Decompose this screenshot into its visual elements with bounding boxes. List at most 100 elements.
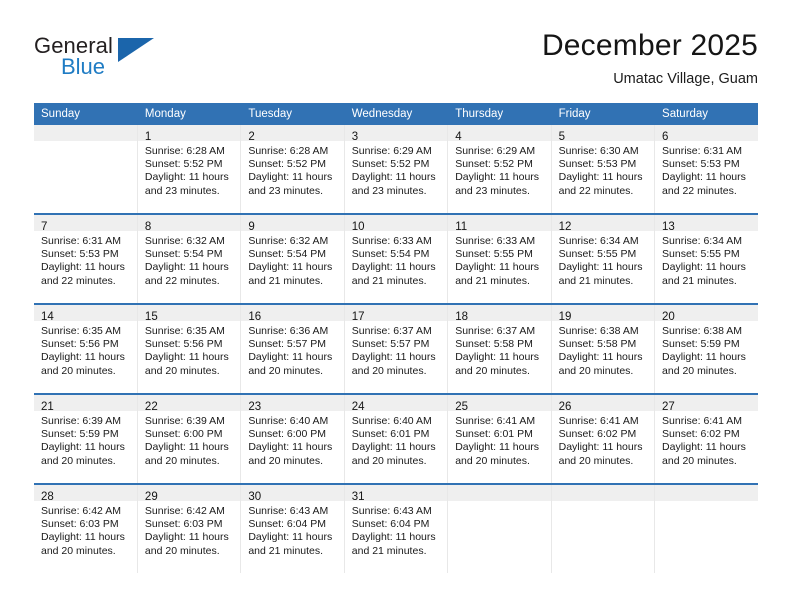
- day-number-band: 13: [655, 215, 758, 233]
- calendar-day-cell[interactable]: 16 Sunrise: 6:36 AM Sunset: 5:57 PM Dayligh…: [240, 304, 345, 395]
- day-detail-line: Daylight: 11 hours: [351, 531, 436, 544]
- calendar-day-cell[interactable]: 2 Sunrise: 6:28 AM Sunset: 5:52 PM Daylight…: [240, 125, 345, 215]
- calendar-day-cell[interactable]: 30 Sunrise: 6:43 AM Sunset: 6:04 PM Dayligh…: [240, 484, 345, 573]
- day-detail-line: Daylight: 11 hours: [248, 351, 333, 364]
- day-detail-text: Sunrise: 6:38 AM Sunset: 5:58 PM Daylight:…: [552, 321, 654, 382]
- day-detail-text: Sunrise: 6:43 AM Sunset: 6:04 PM Daylight:…: [241, 501, 343, 562]
- weekday-header-monday: Monday: [137, 103, 242, 125]
- calendar-day-cell-empty: [34, 125, 138, 215]
- day-detail-line: and 20 minutes.: [455, 454, 530, 467]
- day-detail-line: Sunrise: 6:40 AM: [248, 415, 329, 427]
- calendar-day-cell[interactable]: 12 Sunrise: 6:34 AM Sunset: 5:55 PM Dayligh…: [551, 214, 656, 305]
- day-detail-line: and 23 minutes.: [144, 184, 220, 197]
- calendar-day-cell[interactable]: 20 Sunrise: 6:38 AM Sunset: 5:59 PM Dayligh…: [654, 304, 758, 395]
- calendar-day-cell[interactable]: 23 Sunrise: 6:40 AM Sunset: 6:00 PM Dayligh…: [240, 394, 345, 485]
- day-detail-line: Sunset: 6:00 PM: [144, 428, 223, 441]
- calendar-day-cell[interactable]: 13 Sunrise: 6:34 AM Sunset: 5:55 PM Dayligh…: [654, 214, 758, 305]
- calendar-day-cell[interactable]: 7 Sunrise: 6:31 AM Sunset: 5:53 PM Daylight…: [34, 214, 138, 305]
- calendar-day-cell[interactable]: 21 Sunrise: 6:39 AM Sunset: 5:59 PM Dayligh…: [34, 394, 138, 485]
- calendar-day-cell[interactable]: 22 Sunrise: 6:39 AM Sunset: 6:00 PM Dayligh…: [137, 394, 242, 485]
- calendar-day-cell[interactable]: 3 Sunrise: 6:29 AM Sunset: 5:52 PM Daylight…: [344, 125, 449, 215]
- day-detail-line: and 20 minutes.: [41, 544, 116, 557]
- day-detail-line: and 21 minutes.: [248, 274, 324, 287]
- day-detail-line: Sunset: 6:02 PM: [558, 428, 637, 441]
- calendar-day-cell[interactable]: 6 Sunrise: 6:31 AM Sunset: 5:53 PM Daylight…: [654, 125, 758, 215]
- calendar-day-cell[interactable]: 15 Sunrise: 6:35 AM Sunset: 5:56 PM Dayligh…: [137, 304, 242, 395]
- day-number-band: 24: [344, 395, 448, 413]
- day-detail-line: Sunset: 6:04 PM: [248, 518, 326, 531]
- day-detail-line: Daylight: 11 hours: [558, 351, 643, 364]
- day-detail-line: Sunrise: 6:29 AM: [455, 145, 536, 157]
- day-detail-line: and 20 minutes.: [351, 364, 427, 377]
- general-blue-logo[interactable]: General Blue: [34, 34, 214, 92]
- day-detail-line: Sunset: 5:56 PM: [144, 338, 223, 351]
- calendar-day-cell[interactable]: 19 Sunrise: 6:38 AM Sunset: 5:58 PM Dayligh…: [551, 304, 656, 395]
- calendar-week-row: 14 Sunrise: 6:35 AM Sunset: 5:56 PM Dayligh…: [34, 304, 758, 395]
- calendar-day-cell-empty: [551, 484, 656, 573]
- day-number-band: 18: [448, 305, 551, 323]
- day-number: 10: [351, 221, 365, 233]
- day-number: 23: [248, 401, 262, 413]
- day-number: 6: [662, 131, 669, 143]
- day-detail-line: Daylight: 11 hours: [351, 441, 436, 454]
- day-detail-text: Sunrise: 6:41 AM Sunset: 6:02 PM Daylight:…: [655, 411, 758, 472]
- calendar-day-cell[interactable]: 18 Sunrise: 6:37 AM Sunset: 5:58 PM Dayligh…: [447, 304, 552, 395]
- day-detail-text: Sunrise: 6:41 AM Sunset: 6:02 PM Daylight:…: [552, 411, 654, 472]
- day-detail-line: Sunset: 5:53 PM: [558, 158, 637, 171]
- day-detail-line: and 21 minutes.: [558, 274, 634, 287]
- day-detail-text: Sunrise: 6:40 AM Sunset: 6:01 PM Daylight:…: [345, 411, 447, 472]
- weekday-header-row: Sunday Monday Tuesday Wednesday Thursday Frid…: [34, 103, 758, 125]
- day-detail-text: Sunrise: 6:33 AM Sunset: 5:54 PM Daylight:…: [345, 231, 447, 292]
- day-detail-line: Daylight: 11 hours: [662, 351, 746, 364]
- day-detail-line: and 21 minutes.: [455, 274, 530, 287]
- calendar-day-cell[interactable]: 9 Sunrise: 6:32 AM Sunset: 5:54 PM Daylight…: [240, 214, 345, 305]
- day-detail-line: Daylight: 11 hours: [41, 351, 125, 364]
- calendar-day-cell[interactable]: 10 Sunrise: 6:33 AM Sunset: 5:54 PM Dayligh…: [344, 214, 449, 305]
- day-detail-line: Daylight: 11 hours: [41, 531, 125, 544]
- calendar-day-cell[interactable]: 11 Sunrise: 6:33 AM Sunset: 5:55 PM Dayligh…: [447, 214, 552, 305]
- day-detail-line: and 21 minutes.: [351, 544, 427, 557]
- calendar-day-cell[interactable]: 25 Sunrise: 6:41 AM Sunset: 6:01 PM Dayligh…: [447, 394, 552, 485]
- day-detail-line: Daylight: 11 hours: [455, 351, 540, 364]
- calendar-day-cell[interactable]: 28 Sunrise: 6:42 AM Sunset: 6:03 PM Dayligh…: [34, 484, 138, 573]
- day-detail-line: Daylight: 11 hours: [662, 441, 746, 454]
- calendar-day-cell[interactable]: 27 Sunrise: 6:41 AM Sunset: 6:02 PM Dayligh…: [654, 394, 758, 485]
- calendar-day-cell[interactable]: 4 Sunrise: 6:29 AM Sunset: 5:52 PM Daylight…: [447, 125, 552, 215]
- day-detail-line: and 20 minutes.: [455, 364, 530, 377]
- day-detail-line: Sunrise: 6:43 AM: [248, 505, 329, 517]
- day-detail-line: Sunrise: 6:43 AM: [351, 505, 432, 517]
- day-number: 17: [351, 311, 365, 323]
- calendar-day-cell[interactable]: 14 Sunrise: 6:35 AM Sunset: 5:56 PM Dayligh…: [34, 304, 138, 395]
- day-detail-line: Sunrise: 6:37 AM: [455, 325, 536, 337]
- calendar-day-cell[interactable]: 5 Sunrise: 6:30 AM Sunset: 5:53 PM Daylight…: [551, 125, 656, 215]
- day-number: 2: [248, 131, 255, 143]
- day-detail-line: and 23 minutes.: [248, 184, 324, 197]
- day-number: 31: [351, 491, 365, 503]
- day-number-band: 20: [655, 305, 758, 323]
- calendar-day-cell[interactable]: 31 Sunrise: 6:43 AM Sunset: 6:04 PM Dayligh…: [344, 484, 449, 573]
- calendar-day-cell[interactable]: 26 Sunrise: 6:41 AM Sunset: 6:02 PM Dayligh…: [551, 394, 656, 485]
- calendar-day-cell[interactable]: 24 Sunrise: 6:40 AM Sunset: 6:01 PM Dayligh…: [344, 394, 449, 485]
- day-detail-line: Daylight: 11 hours: [248, 441, 333, 454]
- calendar-day-cell[interactable]: 8 Sunrise: 6:32 AM Sunset: 5:54 PM Daylight…: [137, 214, 242, 305]
- day-detail-line: Daylight: 11 hours: [144, 171, 229, 184]
- day-detail-text: Sunrise: 6:32 AM Sunset: 5:54 PM Daylight:…: [241, 231, 343, 292]
- calendar-day-cell[interactable]: 29 Sunrise: 6:42 AM Sunset: 6:03 PM Dayligh…: [137, 484, 242, 573]
- day-detail-line: Daylight: 11 hours: [662, 261, 746, 274]
- day-number-band: 4: [448, 125, 551, 143]
- day-number-band: 12: [551, 215, 655, 233]
- day-detail-line: Sunset: 5:58 PM: [558, 338, 637, 351]
- day-detail-line: and 20 minutes.: [351, 454, 427, 467]
- calendar-day-cell[interactable]: 1 Sunrise: 6:28 AM Sunset: 5:52 PM Daylight…: [137, 125, 242, 215]
- calendar-day-cell[interactable]: 17 Sunrise: 6:37 AM Sunset: 5:57 PM Dayligh…: [344, 304, 449, 395]
- day-detail-line: Daylight: 11 hours: [144, 441, 229, 454]
- calendar-page: General Blue December 2025 Umatac Villag…: [0, 0, 792, 612]
- day-number: 4: [455, 131, 462, 143]
- day-detail-text: Sunrise: 6:34 AM Sunset: 5:55 PM Daylight:…: [552, 231, 654, 292]
- day-detail-line: and 23 minutes.: [455, 184, 530, 197]
- calendar-body: 1 Sunrise: 6:28 AM Sunset: 5:52 PM Daylight…: [34, 125, 758, 573]
- day-number: 20: [662, 311, 675, 323]
- day-detail-line: and 20 minutes.: [248, 364, 324, 377]
- weekday-header-tuesday: Tuesday: [240, 103, 345, 125]
- day-detail-text: Sunrise: 6:28 AM Sunset: 5:52 PM Daylight:…: [138, 141, 240, 202]
